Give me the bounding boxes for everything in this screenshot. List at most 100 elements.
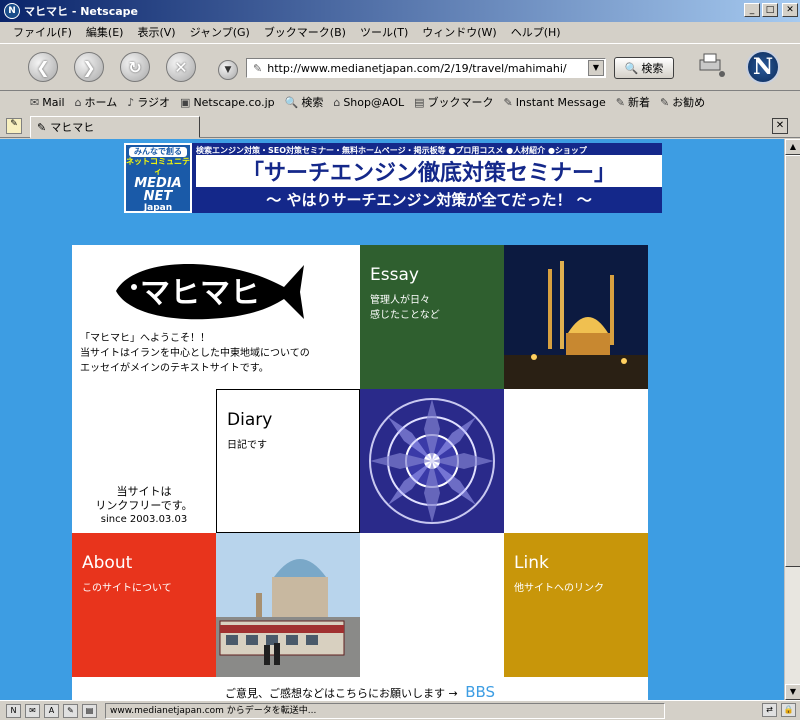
scroll-up-button[interactable]: ▲ (785, 139, 800, 155)
menu-edit[interactable]: 編集(E) (79, 24, 131, 40)
tab-bar: ✎ ✎ マヒマヒ ✕ (0, 114, 800, 138)
about-title: About (82, 553, 133, 573)
menu-help[interactable]: ヘルプ(H) (504, 24, 568, 40)
banner-headline: 「サーチエンジン徹底対策セミナー」 (196, 155, 662, 187)
site-grid: マヒマヒ 「マヒマヒ」へようこそ！！ 当サイトはイランを中心とした中東地域につい… (72, 245, 648, 700)
about-desc: このサイトについて (82, 583, 172, 594)
tile-mosaic-image (360, 389, 504, 533)
url-text[interactable]: http://www.medianetjapan.com/2/19/travel… (267, 62, 588, 75)
netscape-logo[interactable]: N (746, 50, 780, 84)
reload-button[interactable]: ↻ (120, 52, 150, 82)
diary-title: Diary (227, 410, 273, 430)
shop-icon: ⌂ (333, 95, 341, 109)
personal-item-shop[interactable]: ⌂ Shop@AOL (333, 96, 404, 109)
menu-view[interactable]: 表示(V) (130, 24, 182, 40)
menu-go[interactable]: ジャンプ(G) (183, 24, 257, 40)
home-icon: ⌂ (74, 95, 82, 109)
window-title-bar: N マヒマヒ - Netscape _ □ ✕ (0, 0, 800, 22)
menu-window[interactable]: ウィンドウ(W) (415, 24, 503, 40)
maximize-button[interactable]: □ (762, 3, 778, 17)
search-icon: 🔍 (284, 95, 299, 109)
link-icon: ✎ (615, 95, 625, 109)
personal-item-home[interactable]: ⌂ ホーム (75, 94, 118, 110)
back-button[interactable]: ❮ (28, 52, 58, 82)
url-field[interactable]: ✎ http://www.medianetjapan.com/2/19/trav… (246, 58, 606, 78)
vertical-scrollbar[interactable]: ▲ ▼ (784, 139, 800, 700)
diary-link[interactable]: Diary 日記です (216, 389, 360, 533)
link-free-notice: 当サイトは リンクフリーです。 since 2003.03.03 (95, 485, 193, 525)
personal-item-mail[interactable]: ✉ Mail (30, 96, 65, 109)
security-lock-icon[interactable]: 🔒 (781, 703, 796, 717)
personal-item-new[interactable]: ✎ 新着 (616, 94, 650, 110)
feedback-text: ご意見、ご感想などはこちらにお願いします → (224, 687, 458, 700)
connection-icon: ⇄ (762, 703, 777, 717)
site-logo-area: マヒマヒ 「マヒマヒ」へようこそ！！ 当サイトはイランを中心とした中東地域につい… (72, 245, 360, 389)
menu-bar: ファイル(F) 編集(E) 表示(V) ジャンプ(G) ブックマーク(B) ツー… (0, 22, 800, 42)
tab-mahimahi[interactable]: ✎ マヒマヒ (30, 116, 200, 138)
personal-item-radio[interactable]: ♪ ラジオ (127, 94, 170, 110)
bbs-link[interactable]: BBS (465, 683, 495, 700)
minimize-button[interactable]: _ (744, 3, 760, 17)
status-bar: N ✉ A ✎ ▤ www.medianetjapan.com からデータを転送… (0, 700, 800, 720)
reload-icon: ↻ (128, 57, 142, 77)
url-dropdown-button[interactable]: ▼ (588, 60, 604, 76)
scroll-thumb[interactable] (785, 155, 800, 567)
new-tab-icon[interactable]: ✎ (6, 118, 22, 134)
medianet-banner[interactable]: みんなで創る ネットコミュニティ MEDIA NET Japan 検索エンジン対… (124, 143, 662, 213)
mail-icon[interactable]: ✉ (25, 703, 40, 718)
link-icon: ✎ (659, 95, 670, 109)
mail-icon: ✉ (30, 95, 40, 109)
link-page-link[interactable]: Link 他サイトへのリンク (504, 533, 648, 677)
menu-file[interactable]: ファイル(F) (6, 24, 79, 40)
bookmark-icon: ▤ (414, 95, 425, 109)
address-book-icon[interactable]: ▤ (82, 703, 97, 718)
site-logo-text: マヒマヒ (140, 276, 260, 311)
forward-button[interactable]: ❯ (74, 52, 104, 82)
feedback-line: ご意見、ご感想などはこちらにお願いします → BBS (72, 683, 648, 700)
magnifier-icon: 🔍 (624, 61, 639, 75)
essay-desc: 管理人が日々 感じたことなど (370, 295, 440, 321)
forward-arrow-icon: ❯ (82, 57, 96, 77)
personal-toolbar: ✉ Mail ⌂ ホーム ♪ ラジオ ▣ Netscape.co.jp 🔍 検索 ⌂ Sho… (0, 91, 800, 113)
close-tab-button[interactable]: ✕ (772, 118, 788, 134)
personal-item-bookmarks[interactable]: ▤ ブックマーク (414, 94, 493, 110)
page-content: みんなで創る ネットコミュニティ MEDIA NET Japan 検索エンジン対… (0, 139, 784, 700)
personal-item-recommend[interactable]: ✎ お勧め (660, 94, 705, 110)
page-proxy-icon[interactable]: ✎ (253, 62, 262, 75)
navigator-icon[interactable]: N (6, 703, 21, 718)
netscape-icon: ▣ (180, 95, 191, 109)
essay-title: Essay (370, 265, 419, 285)
status-text: www.medianetjapan.com からデータを転送中... (105, 702, 665, 719)
personal-item-netscape[interactable]: ▣ Netscape.co.jp (180, 96, 275, 109)
tab-label: マヒマヒ (50, 121, 95, 134)
shrine-night-photo (504, 245, 648, 389)
composer-icon[interactable]: ✎ (63, 703, 78, 718)
im-icon: ✎ (503, 95, 513, 109)
scroll-down-button[interactable]: ▼ (785, 684, 800, 700)
url-history-button[interactable]: ▼ (218, 60, 238, 80)
link-title: Link (514, 553, 549, 573)
page-icon: ✎ (37, 120, 47, 134)
back-arrow-icon: ❮ (36, 57, 50, 77)
menu-bookmarks[interactable]: ブックマーク(B) (257, 24, 353, 40)
aim-icon[interactable]: A (44, 703, 59, 718)
about-link[interactable]: About このサイトについて (72, 533, 216, 677)
window-title: マヒマヒ - Netscape (24, 5, 138, 18)
stop-icon: ✕ (174, 57, 188, 77)
welcome-text: 「マヒマヒ」へようこそ！！ 当サイトはイランを中心とした中東地域についての エッ… (80, 333, 310, 374)
stop-button[interactable]: ✕ (166, 52, 196, 82)
personal-item-search[interactable]: 🔍 検索 (285, 94, 324, 110)
print-icon[interactable] (696, 52, 726, 78)
menu-tools[interactable]: ツール(T) (353, 24, 415, 40)
link-desc: 他サイトへのリンク (514, 583, 604, 594)
netscape-n-icon: N (4, 3, 20, 19)
search-button[interactable]: 🔍 検索 (614, 57, 674, 79)
search-button-label: 検索 (641, 62, 664, 75)
essay-link[interactable]: Essay 管理人が日々 感じたことなど (360, 245, 504, 389)
personal-item-im[interactable]: ✎ Instant Message (504, 96, 606, 109)
medianet-logo: みんなで創る ネットコミュニティ MEDIA NET Japan (124, 143, 192, 213)
banner-subline: 〜 やはりサーチエンジン対策が全てだった！ 〜 (266, 191, 592, 209)
mosque-bus-photo (216, 533, 360, 677)
diary-desc: 日記です (227, 440, 267, 451)
close-button[interactable]: ✕ (782, 3, 798, 17)
